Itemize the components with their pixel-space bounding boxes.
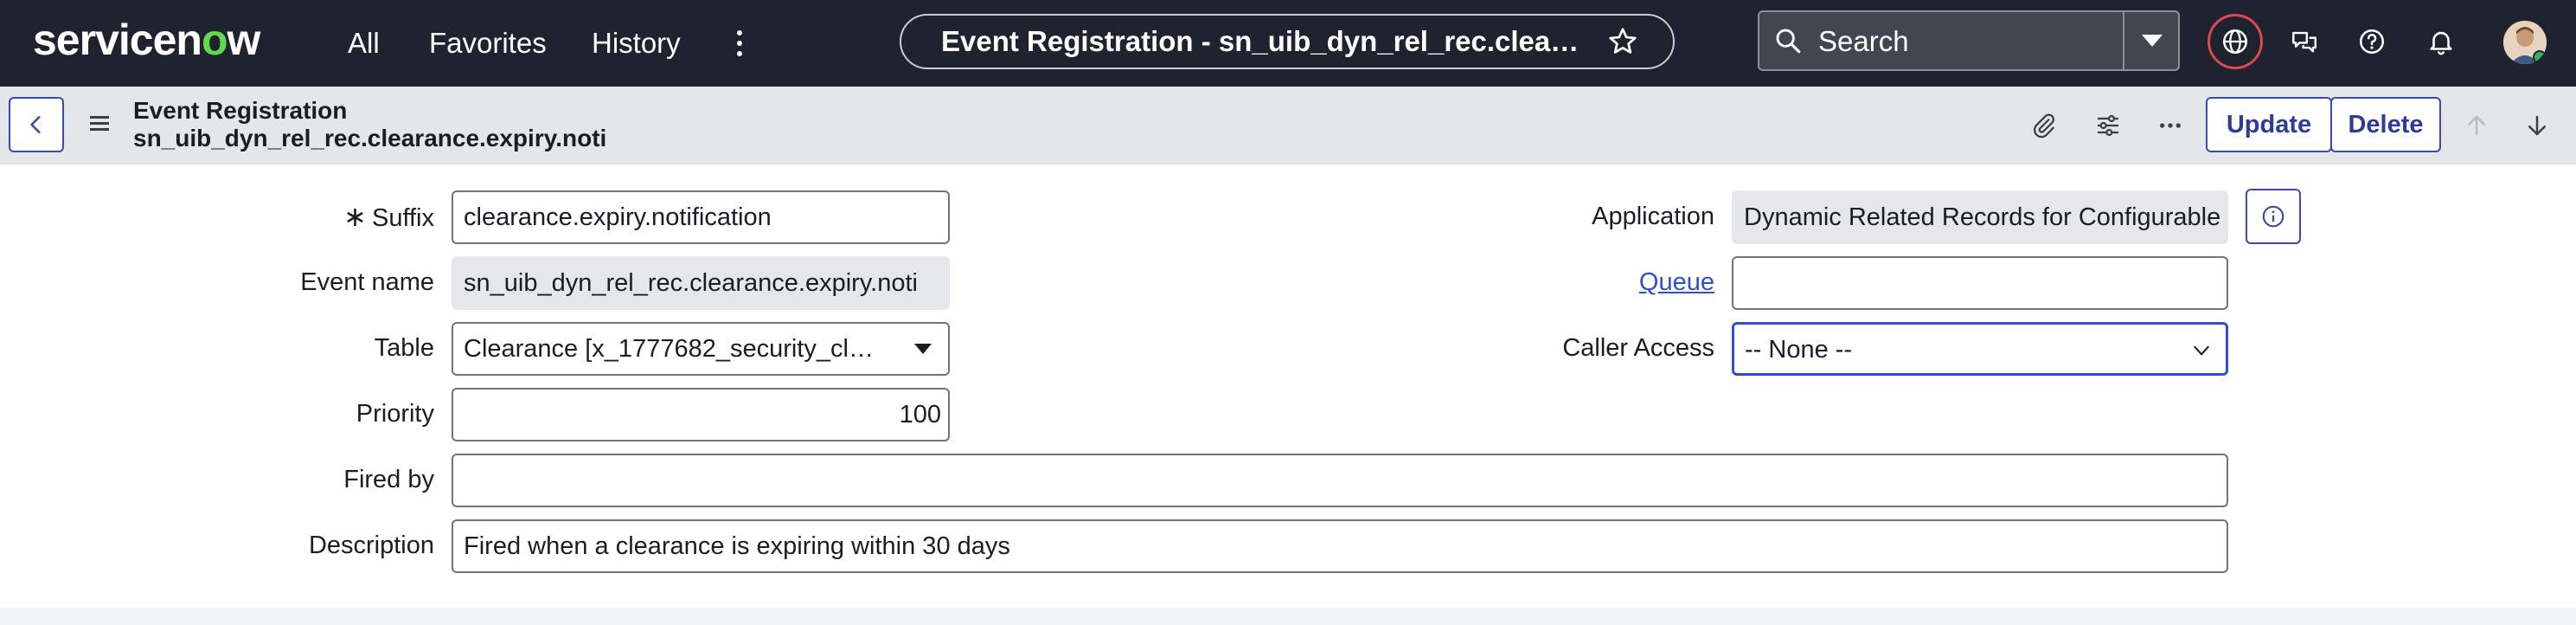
application-label: Application <box>1592 203 1714 230</box>
priority-label: Priority <box>356 400 434 428</box>
help-icon[interactable] <box>2349 19 2394 64</box>
search-divider <box>2123 12 2124 69</box>
more-actions-icon[interactable] <box>2152 107 2188 144</box>
record-title-pill[interactable]: Event Registration - sn_uib_dyn_rel_rec.… <box>900 14 1675 69</box>
delete-button[interactable]: Delete <box>2330 97 2441 152</box>
priority-input[interactable]: 100 <box>452 388 950 441</box>
form-menu-icon[interactable] <box>90 116 109 132</box>
form-subtitle: sn_uib_dyn_rel_rec.clearance.expiry.noti <box>133 125 607 151</box>
table-select-value: Clearance [x_1777682_security_clearance] <box>464 335 882 363</box>
attachment-icon[interactable] <box>2026 107 2062 144</box>
update-button[interactable]: Update <box>2206 97 2332 152</box>
search-icon <box>1776 29 1801 54</box>
back-button[interactable] <box>9 97 64 152</box>
event-name-field: sn_uib_dyn_rel_rec.clearance.expiry.noti <box>452 256 950 310</box>
form-header: Event Registration sn_uib_dyn_rel_rec.cl… <box>0 87 2576 164</box>
caller-access-select[interactable]: -- None -- <box>1732 322 2228 376</box>
nav-history[interactable]: History <box>592 23 681 64</box>
queue-input[interactable] <box>1732 256 2228 310</box>
table-label: Table <box>374 334 434 362</box>
suffix-input[interactable]: clearance.expiry.notification <box>452 190 950 244</box>
personalize-form-icon[interactable] <box>2090 107 2126 144</box>
chat-icon[interactable] <box>2282 19 2327 64</box>
form-title: Event Registration <box>133 97 348 124</box>
application-field: Dynamic Related Records for Configurable… <box>1732 190 2228 244</box>
fired-by-label: Fired by <box>343 466 434 493</box>
next-record-arrow-icon[interactable] <box>2519 107 2555 144</box>
info-icon <box>2262 205 2284 228</box>
caller-access-chevron-down-icon <box>2194 345 2209 356</box>
favorite-star-icon[interactable] <box>1607 26 1638 57</box>
mandatory-asterisk-icon: ∗ <box>343 201 367 232</box>
event-name-label: Event name <box>300 268 434 296</box>
nav-all[interactable]: All <box>348 23 380 64</box>
globe-icon <box>2222 29 2248 55</box>
queue-label-link[interactable]: Queue <box>1471 265 1714 300</box>
caller-access-value: -- None -- <box>1745 336 1853 364</box>
servicenow-logo[interactable]: servicenow <box>33 14 260 66</box>
language-globe-button[interactable] <box>2208 14 2263 69</box>
previous-record-arrow-icon[interactable] <box>2458 107 2495 144</box>
page-bottom-strip <box>0 608 2576 625</box>
form-body: ∗ Suffix clearance.expiry.notification Ev… <box>0 164 2576 608</box>
application-info-button[interactable] <box>2246 189 2301 244</box>
suffix-label: ∗ Suffix <box>343 201 434 232</box>
table-select[interactable]: Clearance [x_1777682_security_clearance] <box>452 322 950 376</box>
description-input[interactable]: Fired when a clearance is expiring withi… <box>452 519 2228 573</box>
search-input[interactable]: Search <box>1818 23 1909 61</box>
top-navigation-bar: servicenow All Favorites History Event R… <box>0 0 2576 87</box>
notifications-bell-icon[interactable] <box>2419 19 2464 64</box>
fired-by-input[interactable] <box>452 454 2228 507</box>
description-label: Description <box>308 532 434 559</box>
table-dropdown-caret-icon <box>914 344 932 354</box>
chevron-left-icon <box>30 116 41 133</box>
search-scope-chevron-icon[interactable] <box>2140 33 2164 48</box>
record-title-text: Event Registration - sn_uib_dyn_rel_rec.… <box>941 25 1581 57</box>
user-avatar[interactable] <box>2503 21 2547 64</box>
caller-access-label: Caller Access <box>1562 334 1714 362</box>
more-menu-icon[interactable] <box>727 24 753 62</box>
global-search[interactable]: Search <box>1758 10 2180 71</box>
nav-favorites[interactable]: Favorites <box>429 23 547 64</box>
presence-status-dot <box>2533 50 2547 64</box>
